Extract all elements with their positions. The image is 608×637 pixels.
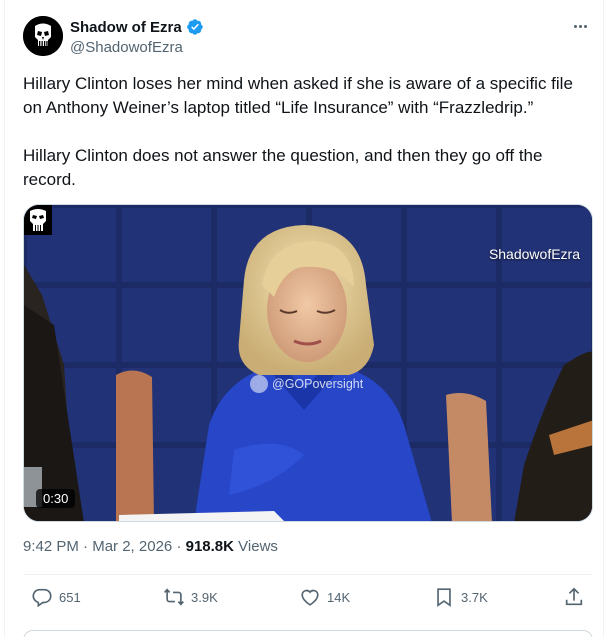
punisher-skull-icon [24, 205, 52, 235]
meta-separator: · [176, 538, 182, 555]
views-count: 918.8K [185, 538, 234, 555]
like-count: 14K [327, 589, 351, 605]
watermark-text: ShadowofEzra [488, 246, 580, 262]
tweet-header: Shadow of Ezra @ShadowofEzra [23, 16, 593, 60]
reply-icon [32, 588, 52, 608]
gop-oversight-tag: @GOPoversight [250, 375, 363, 393]
views-label: Views [238, 538, 278, 555]
bookmark-button[interactable]: 3.7K [433, 586, 488, 608]
repost-button[interactable]: 3.9K [163, 586, 218, 608]
tweet-time[interactable]: 9:42 PM [23, 538, 79, 555]
punisher-skull-icon [23, 16, 63, 56]
meta-separator: · [83, 538, 89, 555]
reply-button[interactable]: 651 [31, 586, 81, 608]
repost-count: 3.9K [191, 589, 218, 605]
tweet-card: Shadow of Ezra @ShadowofEzra Hillary Cli… [4, 0, 604, 637]
avatar[interactable] [23, 16, 63, 56]
seal-icon [250, 375, 268, 393]
heart-icon [301, 589, 319, 606]
video-duration-badge: 0:30 [36, 489, 76, 508]
share-icon [565, 587, 583, 606]
gop-oversight-label: @GOPoversight [272, 377, 364, 391]
like-button[interactable]: 14K [299, 586, 350, 608]
repost-icon [164, 588, 184, 606]
tweet-text: Hillary Clinton loses her mind when aske… [23, 72, 595, 216]
handle[interactable]: @ShadowofEzra [70, 39, 204, 56]
reply-composer-edge[interactable] [23, 630, 593, 637]
divider [23, 574, 593, 575]
video-player[interactable]: ShadowofEzra @GOPoversight 0:30 [23, 204, 593, 522]
verified-badge-icon[interactable] [186, 18, 204, 36]
author-names: Shadow of Ezra @ShadowofEzra [70, 17, 204, 56]
action-bar: 651 3.9K 14K 3.7K [23, 586, 593, 612]
more-options-icon[interactable] [569, 16, 591, 36]
reply-count: 651 [59, 589, 81, 605]
bookmark-icon [437, 588, 451, 607]
tweet-meta: 9:42 PM · Mar 2, 2026 · 918.8K Views [23, 538, 278, 555]
bookmark-count: 3.7K [461, 589, 488, 605]
tweet-paragraph: Hillary Clinton does not answer the ques… [23, 146, 543, 189]
tweet-date[interactable]: Mar 2, 2026 [92, 538, 172, 555]
display-name[interactable]: Shadow of Ezra [70, 19, 182, 36]
share-button[interactable] [563, 586, 585, 608]
tweet-paragraph: Hillary Clinton loses her mind when aske… [23, 74, 573, 117]
